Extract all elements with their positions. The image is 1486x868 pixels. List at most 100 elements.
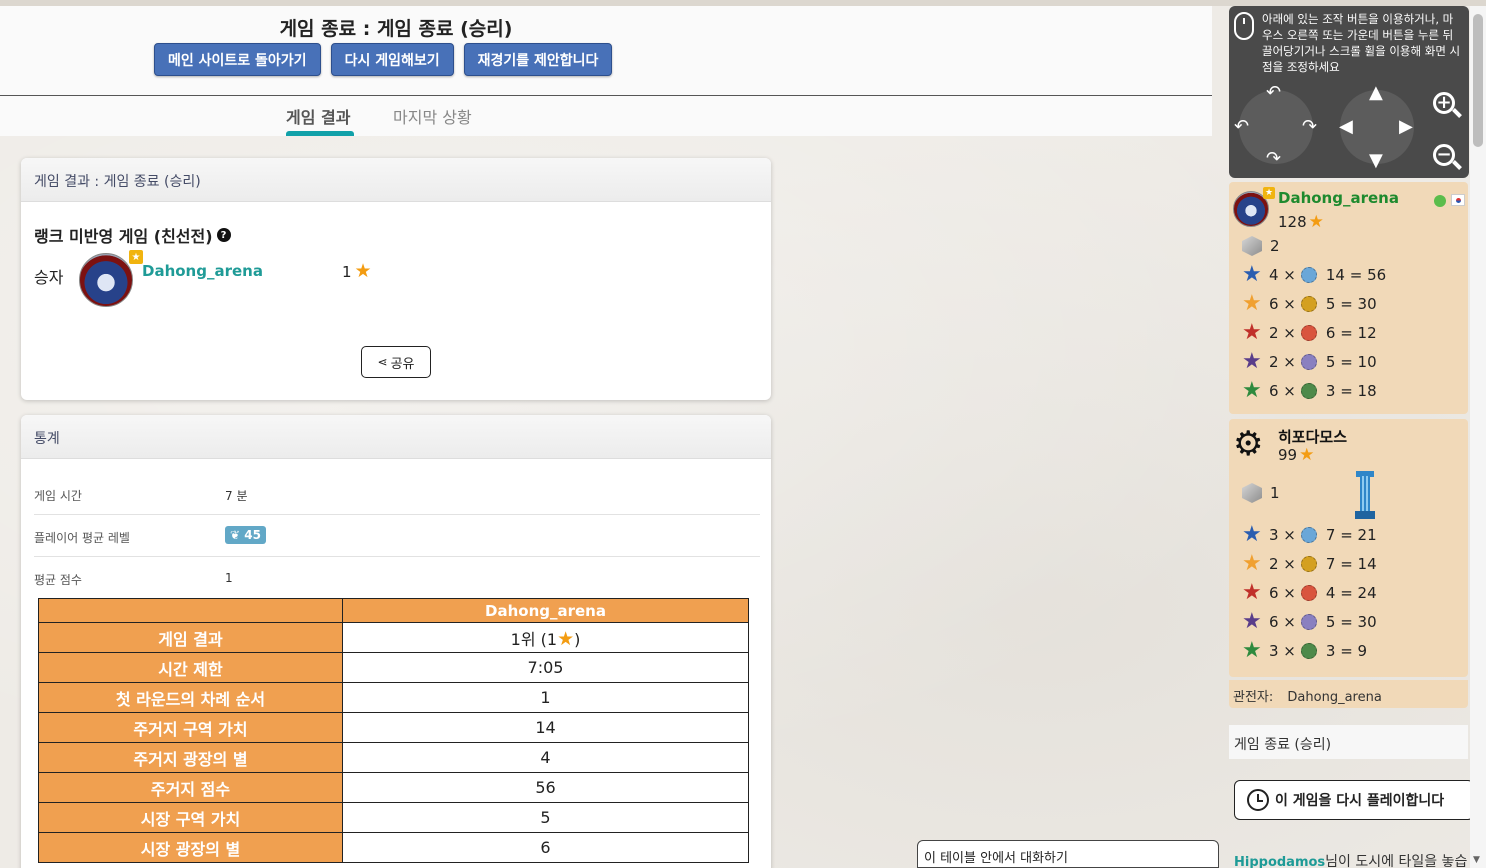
rotate-down-icon[interactable]: ↷ [1266, 148, 1281, 169]
tab-last-state[interactable]: 마지막 상황 [393, 104, 472, 128]
blue-district-icon [1300, 527, 1317, 543]
score-mult: 3 × [1269, 642, 1296, 660]
red-star-icon: ★ [1242, 580, 1262, 605]
row-value: 1위 (1★) [342, 622, 749, 653]
premium-badge-icon: ★ [129, 250, 143, 264]
blue-star-icon: ★ [1242, 262, 1262, 287]
row-label: 시장 광장의 별 [38, 832, 343, 863]
table-row: 첫 라운드의 차례 순서 1 [38, 682, 749, 713]
score-mult: 6 × [1269, 613, 1296, 631]
player-score-value: 128 [1278, 213, 1307, 231]
share-button[interactable]: ⋖ 공유 [361, 346, 431, 378]
score-row-green: ★ 6 × 3 = 18 [1242, 379, 1377, 403]
row-value: 14 [342, 712, 749, 743]
result-panel-title: 게임 결과 : 게임 종료 (승리) [21, 158, 771, 202]
score-mult: 2 × [1269, 324, 1296, 342]
score-rest: 7 = 21 [1325, 526, 1377, 544]
row-label: 시장 구역 가치 [38, 802, 343, 833]
pan-down-icon[interactable]: ▼ [1369, 150, 1383, 171]
score-rest: 7 = 14 [1325, 555, 1377, 573]
winner-avatar[interactable]: ★ [79, 250, 143, 309]
purple-star-icon: ★ [1242, 349, 1262, 374]
row-label: 주거지 점수 [38, 772, 343, 803]
log-text: 님이 도시에 타일을 놓습 [1325, 854, 1468, 868]
mouse-icon [1234, 12, 1254, 40]
log-player-name[interactable]: Hippodamos [1234, 855, 1325, 868]
blue-district-icon [1300, 267, 1317, 283]
premium-badge-icon: ★ [1263, 187, 1275, 199]
score-mult: 6 × [1269, 382, 1296, 400]
red-star-icon: ★ [1242, 320, 1262, 345]
score-rest: 14 = 56 [1325, 266, 1387, 284]
rotate-left-icon[interactable]: ↶ [1234, 116, 1249, 137]
score-row-green: ★ 3 × 3 = 9 [1242, 639, 1367, 663]
cube-count: 2 [1242, 234, 1280, 258]
cube-count-value: 2 [1270, 237, 1280, 255]
tab-game-result[interactable]: 게임 결과 [286, 104, 350, 128]
replay-label: 이 게임을 다시 플레이합니다 [1275, 793, 1445, 809]
star-icon: ★ [557, 627, 575, 650]
scroll-down-icon[interactable]: ▼ [1473, 855, 1480, 865]
red-district-icon [1300, 585, 1317, 601]
score-row-red: ★ 6 × 4 = 24 [1242, 581, 1377, 605]
view-controls-help: 아래에 있는 조작 버튼을 이용하거나, 마우스 오른쪽 또는 가운데 버튼을 … [1262, 12, 1461, 74]
row-value: 4 [342, 742, 749, 773]
score-rest: 3 = 18 [1325, 382, 1377, 400]
yellow-star-icon: ★ [1242, 291, 1262, 316]
yellow-district-icon [1300, 296, 1317, 312]
winner-score-value: 1 [342, 262, 352, 281]
row-label: 주거지 광장의 별 [38, 742, 343, 773]
score-mult: 6 × [1269, 295, 1296, 313]
gear-icon: ⚙ [1233, 424, 1264, 464]
table-row: 시장 광장의 별 6 [38, 832, 749, 863]
score-rest: 3 = 9 [1325, 642, 1368, 660]
green-district-icon [1300, 643, 1317, 659]
winner-name-link[interactable]: Dahong_arena [142, 262, 263, 280]
player-score: 99 ★ [1278, 446, 1314, 464]
cube-icon [1242, 483, 1262, 503]
score-rest: 5 = 10 [1325, 353, 1377, 371]
table-row: 주거지 구역 가치 14 [38, 712, 749, 743]
rotate-up-left-icon[interactable]: ↶ [1266, 82, 1281, 103]
play-again-button[interactable]: 다시 게임해보기 [330, 43, 454, 76]
pan-right-icon[interactable]: ▶ [1399, 116, 1413, 137]
result-panel: 게임 결과 : 게임 종료 (승리) 랭크 미반영 게임 (친선전) ? 승자 … [21, 158, 771, 400]
zoom-in-icon[interactable]: + [1431, 90, 1463, 122]
avatar [79, 253, 133, 307]
row-value: 5 [342, 802, 749, 833]
table-chat-bar[interactable]: 이 테이블 안에서 대화하기 [917, 840, 1219, 868]
star-icon: ★ [354, 260, 372, 282]
purple-star-icon: ★ [1242, 609, 1262, 634]
active-tab-indicator [286, 131, 354, 136]
cube-count: 1 [1242, 481, 1280, 505]
zoom-out-icon[interactable]: − [1431, 142, 1463, 174]
spectator-name[interactable]: Dahong_arena [1287, 690, 1381, 705]
pan-left-icon[interactable]: ◀ [1339, 116, 1353, 137]
score-mult: 3 × [1269, 526, 1296, 544]
score-mult: 2 × [1269, 353, 1296, 371]
pan-up-icon[interactable]: ▲ [1369, 82, 1383, 103]
row-value: 6 [342, 832, 749, 863]
winner-label: 승자 [34, 268, 64, 287]
back-to-main-button[interactable]: 메인 사이트로 돌아가기 [154, 43, 321, 76]
results-table: Dahong_arena 게임 결과 1위 (1★) 시간 제한 7:05 첫 … [38, 598, 749, 863]
question-icon[interactable]: ? [216, 228, 231, 242]
scrollbar-thumb[interactable] [1473, 14, 1483, 147]
replay-game-button[interactable]: 이 게임을 다시 플레이합니다 [1234, 780, 1474, 820]
score-rest: 5 = 30 [1325, 295, 1377, 313]
player-avatar[interactable]: ★ [1233, 187, 1275, 227]
row-value: 56 [342, 772, 749, 803]
red-district-icon [1300, 325, 1317, 341]
stat-row-game-time: 게임 시간 7 분 [34, 473, 760, 515]
stat-row-avg-score: 평균 점수 1 [34, 557, 760, 599]
player-name[interactable]: Dahong_arena [1278, 189, 1399, 207]
purple-district-icon [1300, 614, 1317, 630]
header-button-group: 메인 사이트로 돌아가기 다시 게임해보기 재경기를 제안합니다 [154, 43, 613, 76]
tab-bar: 게임 결과 마지막 상황 [0, 96, 1212, 136]
score-row-blue: ★ 3 × 7 = 21 [1242, 523, 1377, 547]
player-score: 128 ★ [1278, 213, 1324, 231]
level-badge: ❦ 45 [225, 526, 266, 544]
score-rest: 6 = 12 [1325, 324, 1377, 342]
rotate-right-icon[interactable]: ↷ [1302, 116, 1317, 137]
propose-rematch-button[interactable]: 재경기를 제안합니다 [463, 43, 613, 76]
